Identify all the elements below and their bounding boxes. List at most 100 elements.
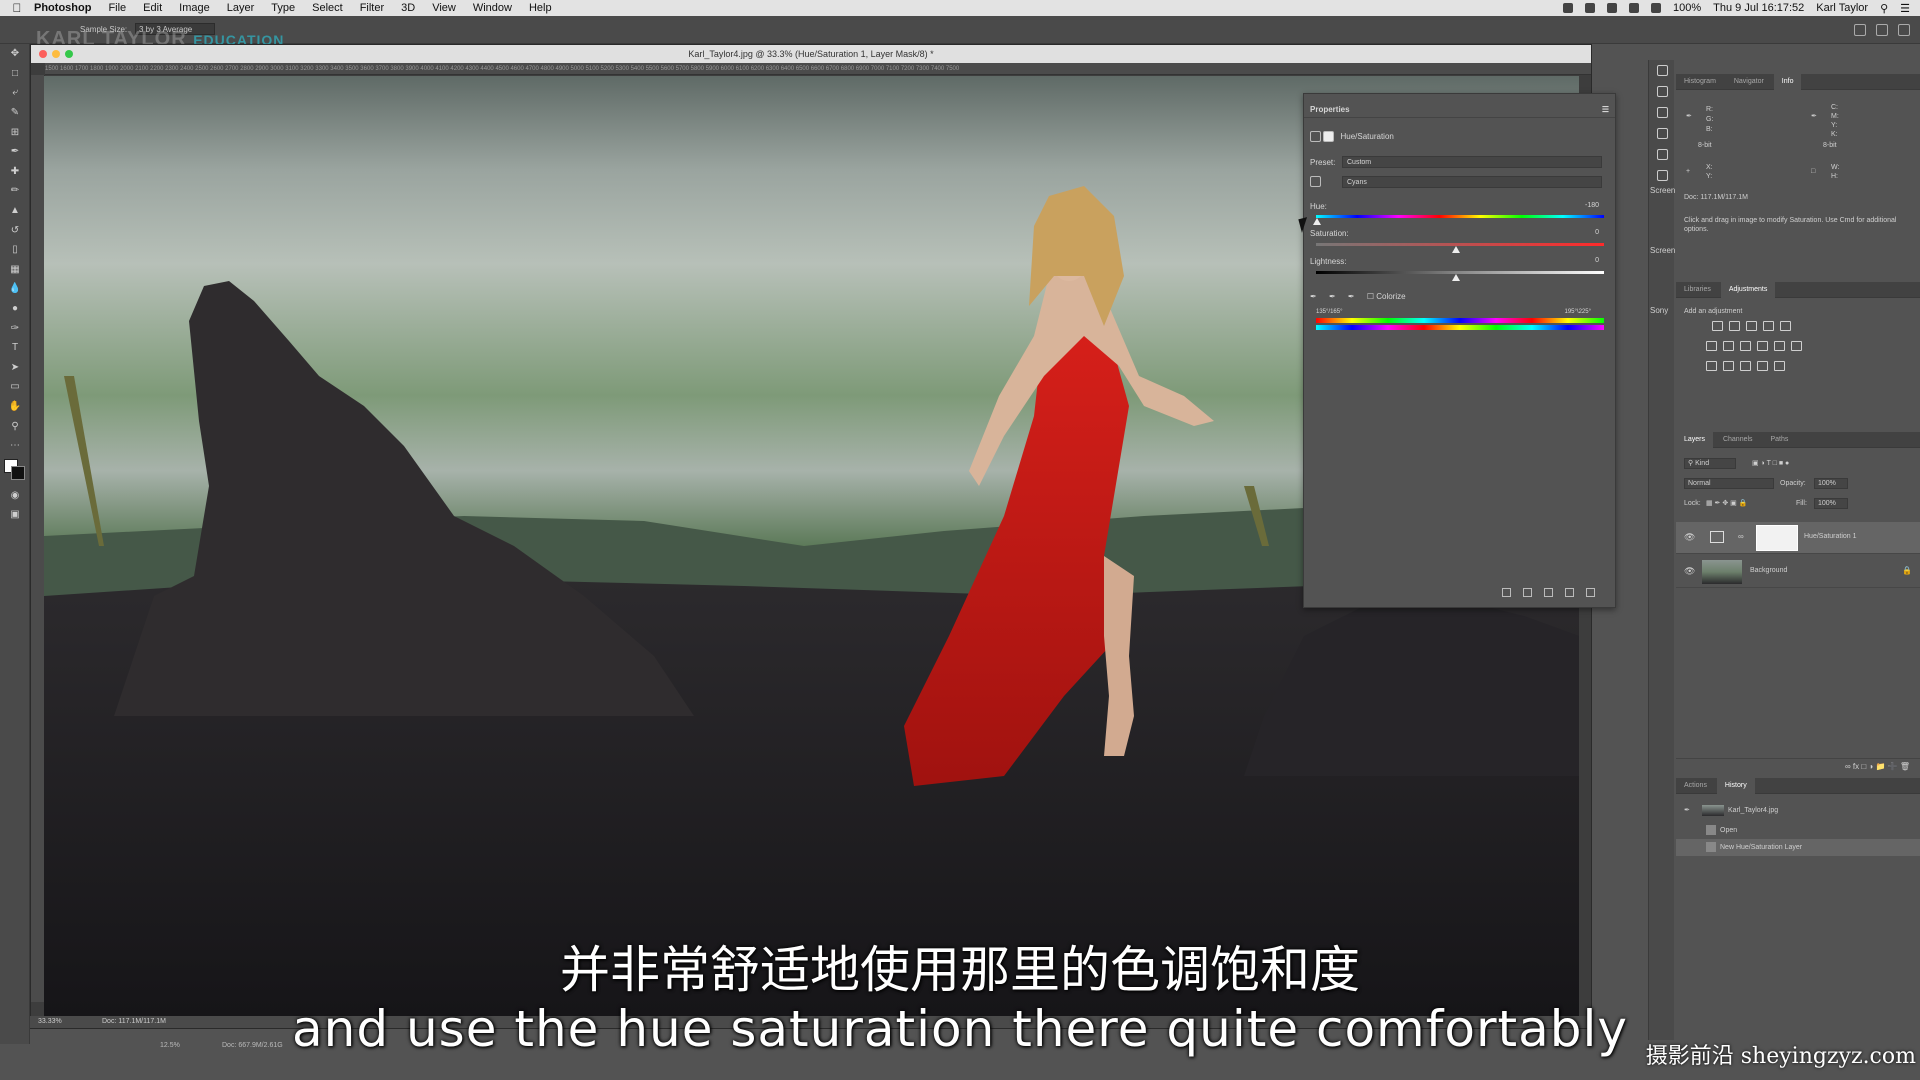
menu-select[interactable]: Select: [312, 2, 343, 14]
menu-file[interactable]: File: [108, 2, 126, 14]
color-lookup-icon[interactable]: [1791, 341, 1802, 351]
notification-center-icon[interactable]: ☰: [1900, 2, 1910, 15]
color-range-bar-top[interactable]: [1316, 318, 1604, 323]
menu-edit[interactable]: Edit: [143, 2, 162, 14]
more-tools-icon[interactable]: ⋯: [0, 436, 30, 456]
visibility-icon[interactable]: [1565, 588, 1574, 597]
lightness-slider-track[interactable]: [1316, 271, 1604, 274]
layer-row[interactable]: 👁 Background 🔒: [1676, 556, 1920, 588]
close-window-button[interactable]: [39, 50, 47, 58]
history-brush-tool-icon[interactable]: ↺: [0, 220, 30, 240]
layer-kind-filter[interactable]: ⚲ Kind: [1684, 458, 1736, 469]
hue-slider-track[interactable]: [1316, 215, 1604, 218]
gradient-tool-icon[interactable]: ▦: [0, 260, 30, 280]
saturation-slider-thumb[interactable]: [1452, 246, 1460, 253]
clip-to-layer-icon[interactable]: [1502, 588, 1511, 597]
share-icon[interactable]: [1898, 24, 1910, 36]
eyedropper-tool-icon[interactable]: ✒: [0, 142, 30, 162]
eyedropper-minus-icon[interactable]: ✒: [1348, 292, 1355, 301]
color-balance-icon[interactable]: [1723, 341, 1734, 351]
clone-source-icon[interactable]: [1649, 123, 1675, 144]
clock[interactable]: Thu 9 Jul 16:17:52: [1713, 2, 1804, 14]
blend-mode-select[interactable]: Normal: [1684, 478, 1774, 489]
brightness-contrast-icon[interactable]: [1712, 321, 1723, 331]
status-icon[interactable]: [1607, 3, 1618, 13]
posterize-icon[interactable]: [1723, 361, 1734, 371]
tab-libraries[interactable]: Libraries: [1676, 282, 1719, 298]
menu-view[interactable]: View: [432, 2, 456, 14]
curves-icon[interactable]: [1746, 321, 1757, 331]
eraser-tool-icon[interactable]: ▯: [0, 240, 30, 260]
shape-tool-icon[interactable]: ▭: [0, 377, 30, 397]
quick-mask-icon[interactable]: ◉: [0, 485, 30, 505]
adjustment-icon[interactable]: [1310, 131, 1321, 142]
tab-histogram[interactable]: Histogram: [1676, 74, 1724, 90]
selective-color-icon[interactable]: [1774, 361, 1785, 371]
gradient-map-icon[interactable]: [1757, 361, 1768, 371]
layer-mask-thumbnail[interactable]: [1756, 525, 1798, 551]
layer-row[interactable]: 👁 ∞ Hue/Saturation 1: [1676, 522, 1920, 554]
reset-icon[interactable]: [1544, 588, 1553, 597]
vibrance-icon[interactable]: [1780, 321, 1791, 331]
user-name[interactable]: Karl Taylor: [1816, 2, 1868, 14]
lock-icons[interactable]: ▦ ✒ ✥ ▣ 🔒: [1706, 499, 1747, 507]
hue-saturation-icon[interactable]: [1706, 341, 1717, 351]
strip-label[interactable]: Sony: [1649, 306, 1674, 324]
menu-type[interactable]: Type: [271, 2, 295, 14]
tab-paths[interactable]: Paths: [1763, 432, 1797, 448]
history-brush-source-icon[interactable]: ✒: [1684, 802, 1690, 819]
tab-channels[interactable]: Channels: [1715, 432, 1761, 448]
quick-select-tool-icon[interactable]: ✎: [0, 103, 30, 123]
panel-icon[interactable]: [1649, 81, 1675, 102]
menu-window[interactable]: Window: [473, 2, 512, 14]
levels-icon[interactable]: [1729, 321, 1740, 331]
vertical-ruler[interactable]: [31, 75, 45, 1002]
opacity-input[interactable]: 100%: [1814, 478, 1848, 489]
layer-name[interactable]: Hue/Saturation 1: [1804, 533, 1857, 540]
threshold-icon[interactable]: [1740, 361, 1751, 371]
tab-layers[interactable]: Layers: [1676, 432, 1714, 448]
pen-tool-icon[interactable]: ✑: [0, 318, 30, 338]
filter-icons[interactable]: ▣ ◑ T □ ■ ●: [1752, 459, 1789, 467]
menu-filter[interactable]: Filter: [360, 2, 384, 14]
horizontal-ruler[interactable]: 1500 1600 1700 1800 1900 2000 2100 2200 …: [45, 63, 1591, 75]
color-swatches[interactable]: [0, 455, 30, 485]
spotlight-icon[interactable]: ⚲: [1880, 2, 1888, 15]
hue-slider-thumb[interactable]: [1313, 218, 1321, 225]
hue-value[interactable]: -180: [1585, 202, 1599, 209]
eyedropper-plus-icon[interactable]: ✒: [1329, 292, 1336, 301]
eyedropper-icon[interactable]: ✒: [1310, 292, 1317, 301]
lightness-slider-thumb[interactable]: [1452, 274, 1460, 281]
history-item[interactable]: New Hue/Saturation Layer: [1676, 839, 1920, 856]
targeted-adjust-icon[interactable]: [1310, 176, 1321, 187]
hand-tool-icon[interactable]: ✋: [0, 397, 30, 417]
panel-menu-icon[interactable]: ☰: [1602, 105, 1609, 114]
fill-input[interactable]: 100%: [1814, 498, 1848, 509]
exposure-icon[interactable]: [1763, 321, 1774, 331]
menu-layer[interactable]: Layer: [227, 2, 255, 14]
strip-label[interactable]: Screen: [1649, 186, 1675, 204]
preset-dropdown[interactable]: Custom: [1342, 156, 1602, 168]
tab-actions[interactable]: Actions: [1676, 778, 1715, 794]
channel-dropdown[interactable]: Cyans: [1342, 176, 1602, 188]
history-item[interactable]: Open: [1676, 822, 1920, 839]
black-white-icon[interactable]: [1740, 341, 1751, 351]
dodge-tool-icon[interactable]: ●: [0, 299, 30, 319]
zoom-tool-icon[interactable]: ⚲: [0, 416, 30, 436]
menu-photoshop[interactable]: Photoshop: [34, 2, 91, 14]
layer-name[interactable]: Background: [1750, 567, 1787, 574]
type-tool-icon[interactable]: T: [0, 338, 30, 358]
lock-icon[interactable]: 🔒: [1902, 566, 1912, 575]
menu-help[interactable]: Help: [529, 2, 552, 14]
character-icon[interactable]: [1649, 144, 1675, 165]
volume-icon[interactable]: [1651, 3, 1662, 13]
photo-filter-icon[interactable]: [1757, 341, 1768, 351]
status-icon[interactable]: [1585, 3, 1596, 13]
wifi-icon[interactable]: [1629, 3, 1640, 13]
delete-icon[interactable]: [1586, 588, 1595, 597]
tab-adjustments[interactable]: Adjustments: [1720, 282, 1776, 298]
menu-3d[interactable]: 3D: [401, 2, 415, 14]
color-range-bar-bottom[interactable]: [1316, 325, 1604, 330]
lasso-tool-icon[interactable]: ⤶: [0, 83, 30, 103]
eye-icon[interactable]: 👁: [1684, 566, 1695, 577]
